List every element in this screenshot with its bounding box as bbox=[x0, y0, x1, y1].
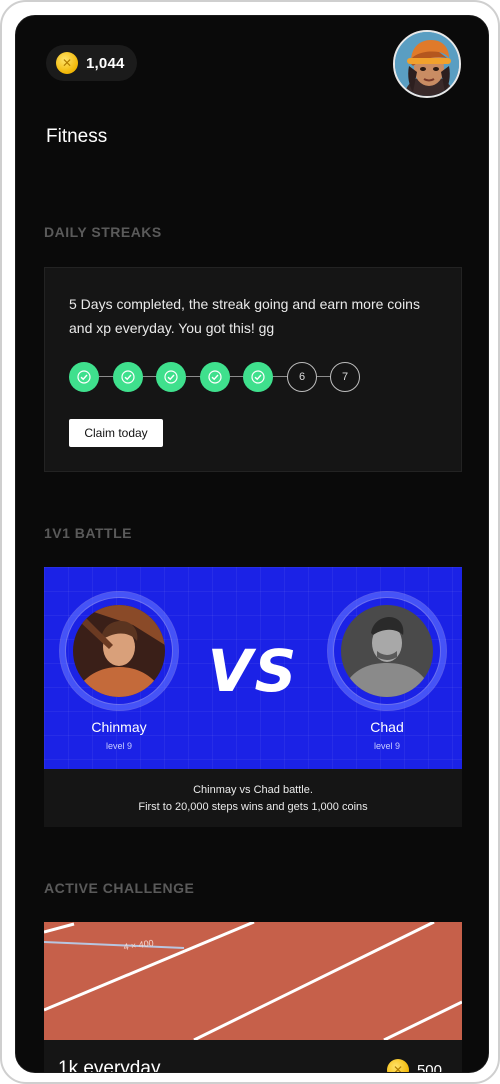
streak-day-pending: 7 bbox=[330, 362, 360, 392]
check-icon bbox=[251, 370, 265, 384]
streak-message: 5 Days completed, the streak going and e… bbox=[69, 296, 420, 336]
streak-day-complete bbox=[113, 362, 143, 392]
app-screen: 1,044 Fitness DAILY STREAKS 5 Days compl… bbox=[15, 15, 489, 1073]
player-two-avatar-ring bbox=[333, 597, 441, 705]
battle-heading: 1V1 BATTLE bbox=[44, 525, 132, 541]
battle-desc-line2: First to 20,000 steps wins and gets 1,00… bbox=[138, 801, 368, 813]
battle-banner: Chinmay level 9 VS Chad level 9 bbox=[44, 567, 462, 769]
streak-day-complete bbox=[69, 362, 99, 392]
streak-day-complete bbox=[200, 362, 230, 392]
battle-card[interactable]: Chinmay level 9 VS Chad level 9 Chinmay … bbox=[44, 567, 462, 827]
streak-day-complete bbox=[156, 362, 186, 392]
battle-description: Chinmay vs Chad battle. First to 20,000 … bbox=[44, 782, 462, 816]
player-two-avatar bbox=[341, 605, 433, 697]
check-icon bbox=[77, 370, 91, 384]
check-icon bbox=[164, 370, 178, 384]
player-one-name: Chinmay bbox=[91, 719, 147, 735]
player-two-name: Chad bbox=[370, 719, 404, 735]
player-two-level: level 9 bbox=[373, 741, 400, 751]
streak-day-complete bbox=[243, 362, 273, 392]
challenge-reward: 500 bbox=[386, 1059, 442, 1073]
coin-icon bbox=[386, 1059, 409, 1072]
streak-progress: 67 bbox=[69, 362, 369, 392]
daily-streak-card: 5 Days completed, the streak going and e… bbox=[44, 267, 462, 472]
player-one-level: level 9 bbox=[105, 741, 132, 751]
page-title: Fitness bbox=[46, 126, 108, 147]
battle-desc-line1: Chinmay vs Chad battle. bbox=[193, 784, 313, 796]
profile-avatar[interactable] bbox=[393, 30, 461, 98]
coin-balance[interactable]: 1,044 bbox=[46, 45, 137, 81]
daily-streaks-heading: DAILY STREAKS bbox=[44, 224, 162, 240]
active-challenge-card[interactable]: 4 × 400 1k everyday 500 bbox=[44, 922, 462, 1073]
avatar-illustration bbox=[395, 32, 459, 96]
device-frame: 1,044 Fitness DAILY STREAKS 5 Days compl… bbox=[0, 0, 500, 1084]
claim-today-button[interactable]: Claim today bbox=[69, 419, 163, 447]
check-icon bbox=[121, 370, 135, 384]
player-two[interactable]: Chad level 9 bbox=[322, 597, 452, 751]
streak-day-pending: 6 bbox=[287, 362, 317, 392]
coin-count: 1,044 bbox=[86, 54, 125, 72]
active-challenge-heading: ACTIVE CHALLENGE bbox=[44, 880, 195, 896]
challenge-reward-value: 500 bbox=[416, 1061, 442, 1073]
challenge-name: 1k everyday bbox=[58, 1058, 161, 1073]
running-track-image: 4 × 400 bbox=[44, 922, 462, 1042]
coin-icon bbox=[56, 52, 78, 74]
check-icon bbox=[208, 370, 222, 384]
